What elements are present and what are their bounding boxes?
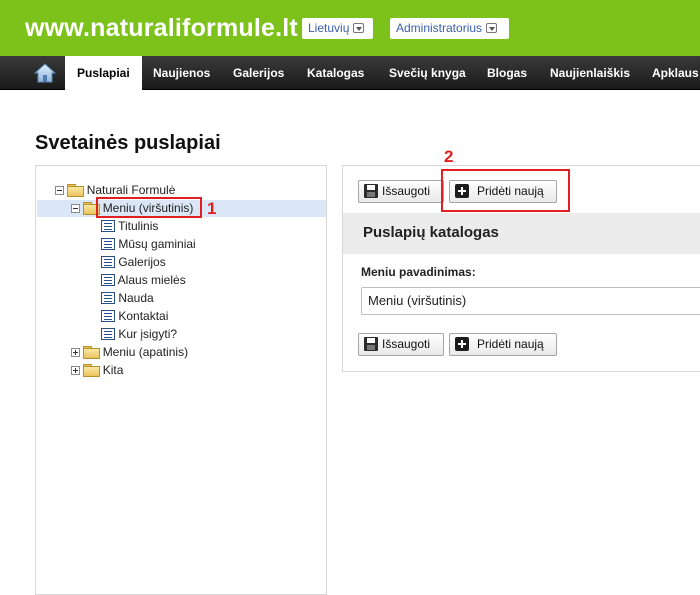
page-icon xyxy=(101,220,115,232)
tree-node-label: Naturali Formulė xyxy=(86,183,176,197)
tree-node-label: Kita xyxy=(102,363,124,377)
tree-node-menu-bottom[interactable]: Meniu (apatinis) xyxy=(71,343,188,361)
collapse-icon[interactable] xyxy=(71,204,80,213)
expand-icon[interactable] xyxy=(71,348,80,357)
tree-node-label: Kur įsigyti? xyxy=(118,327,178,341)
page-icon xyxy=(101,292,115,304)
save-icon xyxy=(364,184,378,198)
menu-name-label: Meniu pavadinimas: xyxy=(361,265,476,279)
folder-icon xyxy=(83,346,101,359)
tree-node-page[interactable]: Alaus mielės xyxy=(101,271,186,289)
annotation-highlight-1 xyxy=(96,197,202,218)
user-dropdown-label: Administratorius xyxy=(396,21,483,35)
language-dropdown[interactable]: Lietuvių xyxy=(302,18,373,39)
page-icon xyxy=(101,238,115,250)
home-icon xyxy=(34,63,56,83)
add-new-button-bottom[interactable]: Pridėti naują xyxy=(449,333,557,356)
annotation-marker-2: 2 xyxy=(444,147,454,166)
tree-node-page[interactable]: Galerijos xyxy=(101,253,166,271)
tree-node-label: Titulinis xyxy=(118,219,159,233)
top-header-bar: www.naturaliformule.lt Lietuvių Administ… xyxy=(0,0,700,56)
tree-node-page[interactable]: Titulinis xyxy=(101,217,158,235)
nav-item-puslapiai[interactable]: Puslapiai xyxy=(65,56,142,90)
tree-node-page[interactable]: Nauda xyxy=(101,289,154,307)
nav-item-naujienos[interactable]: Naujienos xyxy=(153,56,210,90)
chevron-down-icon xyxy=(486,23,498,33)
tree-node-other[interactable]: Kita xyxy=(71,361,123,379)
annotation-marker-1: 1 xyxy=(207,199,217,218)
main-navigation: Puslapiai Naujienos Galerijos Katalogas … xyxy=(0,56,700,90)
menu-name-input[interactable]: Meniu (viršutinis) xyxy=(361,287,700,315)
page-icon xyxy=(101,328,115,340)
tree-node-label: Galerijos xyxy=(118,255,166,269)
folder-icon xyxy=(83,364,101,377)
page-tree-panel xyxy=(35,165,327,595)
nav-item-apklausos[interactable]: Apklaus xyxy=(652,56,699,90)
tree-node-label: Alaus mielės xyxy=(117,273,186,287)
tree-node-label: Mūsų gaminiai xyxy=(118,237,196,251)
save-button-label: Išsaugoti xyxy=(382,184,431,198)
nav-item-galerijos[interactable]: Galerijos xyxy=(233,56,284,90)
chevron-down-icon xyxy=(353,23,365,33)
tree-node-label: Kontaktai xyxy=(118,309,169,323)
expand-icon[interactable] xyxy=(71,366,80,375)
annotation-highlight-2 xyxy=(441,169,570,212)
save-icon xyxy=(364,337,378,351)
plus-icon xyxy=(455,337,469,351)
page-icon xyxy=(101,274,115,286)
page-icon xyxy=(101,256,115,268)
language-dropdown-label: Lietuvių xyxy=(308,21,350,35)
tree-node-page[interactable]: Mūsų gaminiai xyxy=(101,235,196,253)
tree-node-page[interactable]: Kontaktai xyxy=(101,307,168,325)
save-button-bottom[interactable]: Išsaugoti xyxy=(358,333,444,356)
tree-node-label: Meniu (apatinis) xyxy=(102,345,189,359)
section-title: Puslapių katalogas xyxy=(363,224,499,241)
save-button-top[interactable]: Išsaugoti xyxy=(358,180,444,203)
nav-item-katalogas[interactable]: Katalogas xyxy=(307,56,364,90)
nav-item-sveciu-knyga[interactable]: Svečių knyga xyxy=(389,56,466,90)
collapse-icon[interactable] xyxy=(55,186,64,195)
tree-node-label: Nauda xyxy=(118,291,154,305)
save-button-label: Išsaugoti xyxy=(382,337,431,351)
user-dropdown[interactable]: Administratorius xyxy=(390,18,509,39)
nav-home-button[interactable] xyxy=(27,56,63,90)
page-icon xyxy=(101,310,115,322)
nav-item-naujienlaiskis[interactable]: Naujienlaiškis xyxy=(550,56,630,90)
nav-item-blogas[interactable]: Blogas xyxy=(487,56,527,90)
page-title: Svetainės puslapiai xyxy=(35,132,221,154)
add-button-label: Pridėti naują xyxy=(477,337,544,351)
site-title[interactable]: www.naturaliformule.lt xyxy=(25,14,298,43)
tree-node-page[interactable]: Kur įsigyti? xyxy=(101,325,177,343)
folder-open-icon xyxy=(67,184,85,197)
